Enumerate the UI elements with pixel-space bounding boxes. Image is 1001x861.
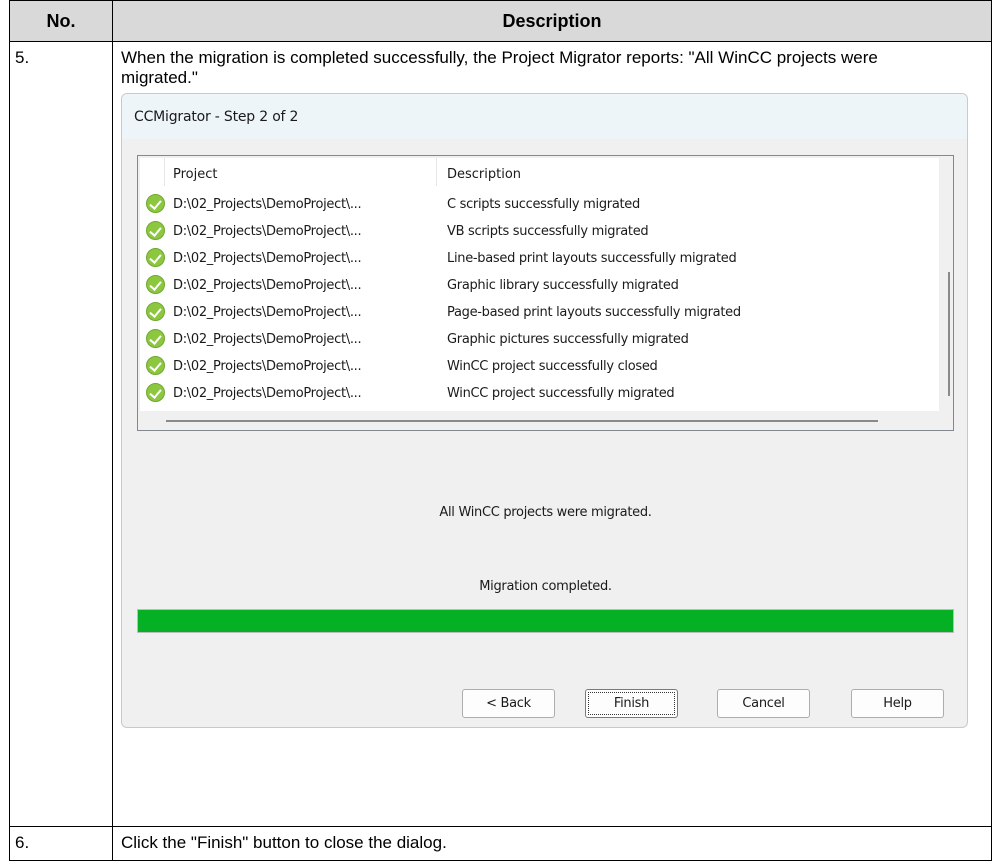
row-description: Graphic pictures successfully migrated bbox=[447, 332, 689, 347]
check-circle-icon bbox=[146, 194, 165, 213]
check-circle-icon bbox=[146, 356, 165, 375]
check-circle-icon bbox=[146, 248, 165, 267]
header-no: No. bbox=[9, 0, 113, 42]
list-header: Project Description bbox=[140, 158, 939, 186]
instruction-table: No. Description 5. When the migration is… bbox=[9, 0, 992, 861]
list-view[interactable]: Project Description D:\02_Projects\DemoP… bbox=[140, 158, 939, 411]
row-project-path: D:\02_Projects\DemoProject\... bbox=[173, 278, 362, 293]
vertical-scrollbar[interactable] bbox=[939, 158, 953, 411]
status-migration-completed: Migration completed. bbox=[479, 579, 612, 594]
finish-button[interactable]: Finish bbox=[585, 689, 678, 718]
row-project-path: D:\02_Projects\DemoProject\... bbox=[173, 197, 362, 212]
list-rows: D:\02_Projects\DemoProject\... C scripts … bbox=[140, 190, 939, 406]
row-project-path: D:\02_Projects\DemoProject\... bbox=[173, 386, 362, 401]
column-header-description[interactable]: Description bbox=[447, 165, 521, 185]
ccmigrator-dialog: CCMigrator - Step 2 of 2 Project Descrip… bbox=[121, 93, 968, 728]
row-description: WinCC project successfully migrated bbox=[447, 386, 675, 401]
status-all-migrated: All WinCC projects were migrated. bbox=[439, 505, 652, 520]
row-project-path: D:\02_Projects\DemoProject\... bbox=[173, 359, 362, 374]
step-number: 6. bbox=[9, 826, 113, 861]
progress-bar-fill bbox=[138, 610, 953, 632]
step-text: When the migration is completed successf… bbox=[121, 48, 878, 87]
list-item[interactable]: D:\02_Projects\DemoProject\... Graphic pi… bbox=[140, 325, 939, 352]
header-description: Description bbox=[112, 0, 992, 42]
migration-results-list[interactable]: Project Description D:\02_Projects\DemoP… bbox=[137, 155, 954, 431]
progress-bar bbox=[137, 609, 954, 633]
step-description-cell: Click the "Finish" button to close the d… bbox=[112, 826, 992, 861]
cancel-button[interactable]: Cancel bbox=[717, 689, 810, 718]
list-item[interactable]: D:\02_Projects\DemoProject\... VB scripts… bbox=[140, 217, 939, 244]
dialog-title: CCMigrator - Step 2 of 2 bbox=[122, 94, 967, 139]
check-circle-icon bbox=[146, 329, 165, 348]
step-number: 5. bbox=[9, 41, 113, 827]
horizontal-scrollbar[interactable] bbox=[140, 411, 939, 429]
header-separator bbox=[164, 158, 165, 186]
row-project-path: D:\02_Projects\DemoProject\... bbox=[173, 224, 362, 239]
list-item[interactable]: D:\02_Projects\DemoProject\... WinCC proj… bbox=[140, 379, 939, 406]
horizontal-scroll-thumb[interactable] bbox=[166, 420, 878, 422]
row-description: VB scripts successfully migrated bbox=[447, 224, 649, 239]
row-project-path: D:\02_Projects\DemoProject\... bbox=[173, 251, 362, 266]
check-circle-icon bbox=[146, 383, 165, 402]
check-circle-icon bbox=[146, 275, 165, 294]
vertical-scroll-thumb[interactable] bbox=[948, 272, 950, 396]
table-row-step-6: 6. Click the "Finish" button to close th… bbox=[9, 826, 992, 861]
check-circle-icon bbox=[146, 221, 165, 240]
list-item[interactable]: D:\02_Projects\DemoProject\... Page-based… bbox=[140, 298, 939, 325]
list-item[interactable]: D:\02_Projects\DemoProject\... C scripts … bbox=[140, 190, 939, 217]
row-project-path: D:\02_Projects\DemoProject\... bbox=[173, 305, 362, 320]
back-button[interactable]: < Back bbox=[462, 689, 555, 718]
row-project-path: D:\02_Projects\DemoProject\... bbox=[173, 332, 362, 347]
list-item[interactable]: D:\02_Projects\DemoProject\... WinCC proj… bbox=[140, 352, 939, 379]
check-circle-icon bbox=[146, 302, 165, 321]
row-description: WinCC project successfully closed bbox=[447, 359, 658, 374]
step-text: Click the "Finish" button to close the d… bbox=[121, 833, 447, 852]
help-button[interactable]: Help bbox=[851, 689, 944, 718]
row-description: Line-based print layouts successfully mi… bbox=[447, 251, 737, 266]
row-description: C scripts successfully migrated bbox=[447, 197, 640, 212]
table-header-row: No. Description bbox=[9, 0, 992, 42]
row-description: Page-based print layouts successfully mi… bbox=[447, 305, 741, 320]
header-separator[interactable] bbox=[436, 158, 437, 186]
list-item[interactable]: D:\02_Projects\DemoProject\... Line-based… bbox=[140, 244, 939, 271]
row-description: Graphic library successfully migrated bbox=[447, 278, 679, 293]
list-item[interactable]: D:\02_Projects\DemoProject\... Graphic li… bbox=[140, 271, 939, 298]
column-header-project[interactable]: Project bbox=[173, 165, 217, 185]
